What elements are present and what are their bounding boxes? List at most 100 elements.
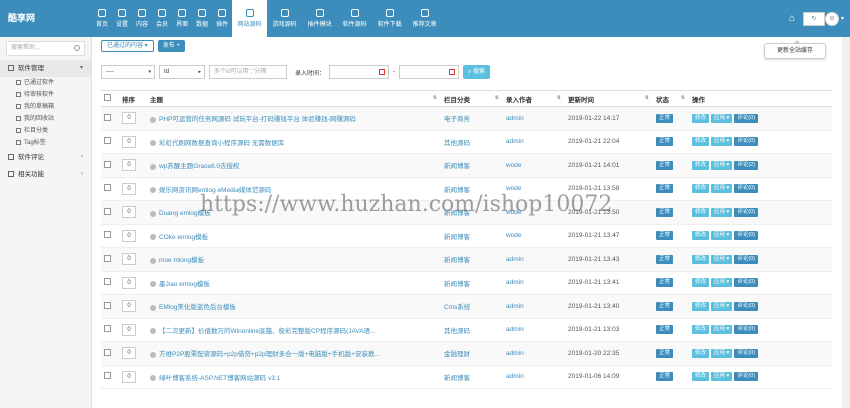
category-link[interactable]: 新闻博客 [444, 281, 470, 288]
nav-item-9[interactable]: 插件模块 [302, 0, 337, 37]
nav-item-4[interactable]: 界面 [172, 0, 192, 37]
nav-item-3[interactable]: 会员 [152, 0, 172, 37]
sort-input[interactable]: 0 [122, 253, 136, 266]
edit-button[interactable]: 修改 [692, 231, 710, 241]
sidebar-item[interactable]: 待审核软件 [0, 89, 91, 101]
sidebar-item[interactable]: Tag标签 [0, 137, 91, 149]
category-link[interactable]: Cms系统 [444, 304, 470, 311]
row-checkbox[interactable] [104, 301, 111, 309]
row-checkbox[interactable] [104, 325, 111, 333]
edit-button[interactable]: 修改 [692, 254, 710, 264]
author-link[interactable]: admin [506, 373, 524, 380]
status-badge[interactable]: 正常 [656, 231, 674, 241]
edit-button[interactable]: 修改 [692, 301, 710, 311]
apply-dropdown-button[interactable]: 应用 ▾ [711, 231, 733, 241]
sort-icon[interactable]: ⇅ [495, 95, 499, 101]
author-link[interactable]: wode [506, 232, 522, 239]
category-link[interactable]: 电子商务 [444, 116, 470, 123]
comments-button[interactable]: 评论(2) [734, 160, 759, 170]
status-badge[interactable]: 正常 [656, 372, 674, 382]
nav-item-10[interactable]: 软件源码 [337, 0, 372, 37]
category-link[interactable]: 新闻博客 [444, 234, 470, 241]
field-select[interactable]: Id ▸ [159, 65, 205, 79]
row-title-link[interactable]: 彩虹代刷网数据查询小程序源码 无需数据库 [159, 140, 284, 147]
sort-icon[interactable]: ⇅ [645, 95, 649, 101]
sidebar-search-input[interactable]: 搜索帮助... [6, 41, 85, 56]
sort-input[interactable]: 0 [122, 112, 136, 125]
sort-input[interactable]: 0 [122, 370, 136, 383]
edit-button[interactable]: 修改 [692, 372, 710, 382]
refresh-cache-button[interactable]: ↻ [802, 11, 825, 26]
sort-input[interactable]: 0 [122, 300, 136, 313]
row-checkbox[interactable] [104, 207, 111, 215]
apply-dropdown-button[interactable]: 应用 ▾ [711, 160, 733, 170]
row-checkbox[interactable] [104, 160, 111, 168]
sidebar-group-2[interactable]: 相关功能 ‹ [0, 166, 91, 183]
author-link[interactable]: admin [506, 326, 524, 333]
row-checkbox[interactable] [104, 372, 111, 380]
calendar-icon[interactable] [379, 69, 386, 75]
row-title-link[interactable]: 【二次更新】价值数万的Winonline底蕴、极彩完整版CP程序源码(JAVA语… [159, 328, 375, 335]
select-all-checkbox[interactable] [104, 94, 111, 101]
ids-input[interactable]: 多个id可以用“,”分隔 [209, 65, 287, 79]
apply-dropdown-button[interactable]: 应用 ▾ [711, 301, 733, 311]
row-title-link[interactable]: 方维P2P股票配资源码+p2p借贷+p2p理财多合一版+电脑版+手机版+安装教.… [159, 351, 380, 358]
author-link[interactable]: admin [506, 350, 524, 357]
column-header[interactable] [101, 90, 119, 107]
comments-button[interactable]: 评论(0) [734, 278, 759, 288]
edit-button[interactable]: 修改 [692, 348, 710, 358]
apply-dropdown-button[interactable]: 应用 ▾ [711, 254, 733, 264]
comments-button[interactable]: 评论(0) [734, 325, 759, 335]
sidebar-item[interactable]: 我的草稿箱 [0, 101, 91, 113]
row-checkbox[interactable] [104, 184, 111, 192]
search-button[interactable]: ⌕ 搜索 [463, 65, 491, 79]
apply-dropdown-button[interactable]: 应用 ▾ [711, 372, 733, 382]
sort-input[interactable]: 0 [122, 135, 136, 148]
category-link[interactable]: 其他源码 [444, 140, 470, 147]
apply-dropdown-button[interactable]: 应用 ▾ [711, 278, 733, 288]
sidebar-group-1[interactable]: 软件评论 ‹ [0, 149, 91, 166]
sort-input[interactable]: 0 [122, 229, 136, 242]
status-badge[interactable]: 正常 [656, 348, 674, 358]
nav-item-5[interactable]: 数据 [192, 0, 212, 37]
comments-button[interactable]: 评论(0) [734, 348, 759, 358]
nav-item-12[interactable]: 推荐文章 [407, 0, 442, 37]
author-link[interactable]: admin [506, 256, 524, 263]
author-link[interactable]: admin [506, 115, 524, 122]
author-link[interactable]: admin [506, 303, 524, 310]
comments-button[interactable]: 评论(0) [734, 231, 759, 241]
status-badge[interactable]: 正常 [656, 207, 674, 217]
home-button[interactable]: ⌂ [781, 0, 803, 37]
row-title-link[interactable]: EMlog美化版蓝色后台模板 [159, 304, 236, 311]
site-logo[interactable]: 酷享网 [0, 0, 92, 37]
comments-button[interactable]: 评论(0) [734, 207, 759, 217]
edit-button[interactable]: 修改 [692, 137, 710, 147]
status-badge[interactable]: 正常 [656, 278, 674, 288]
row-checkbox[interactable] [104, 137, 111, 145]
row-checkbox[interactable] [104, 231, 111, 239]
comments-button[interactable]: 评论(0) [734, 372, 759, 382]
edit-button[interactable]: 修改 [692, 207, 710, 217]
row-title-link[interactable]: moe mlong模板 [159, 257, 204, 264]
start-date-input[interactable] [329, 65, 390, 79]
nav-item-11[interactable]: 软件下载 [372, 0, 407, 37]
status-badge[interactable]: 正常 [656, 325, 674, 335]
author-link[interactable]: admin [506, 138, 524, 145]
category-link[interactable]: 新闻博客 [444, 375, 470, 382]
vertical-scrollbar[interactable] [842, 37, 850, 408]
status-badge[interactable]: 正常 [656, 301, 674, 311]
sort-input[interactable]: 0 [122, 347, 136, 360]
row-title-link[interactable]: wp苏醒主题Grace8.0去授权 [159, 163, 240, 170]
comments-button[interactable]: 评论(0) [734, 254, 759, 264]
sort-input[interactable]: 0 [122, 206, 136, 219]
sort-input[interactable]: 0 [122, 323, 136, 336]
user-avatar[interactable]: ☺ [824, 11, 839, 26]
sidebar-group-0[interactable]: 软件管理 ▾ [0, 60, 91, 77]
status-badge[interactable]: 正常 [656, 254, 674, 264]
category-link[interactable]: 金融理财 [444, 351, 470, 358]
row-checkbox[interactable] [104, 278, 111, 286]
edit-button[interactable]: 修改 [692, 113, 710, 123]
sort-icon[interactable]: ⇅ [433, 95, 437, 101]
sort-input[interactable]: 0 [122, 276, 136, 289]
nav-item-0[interactable]: 首页 [92, 0, 112, 37]
